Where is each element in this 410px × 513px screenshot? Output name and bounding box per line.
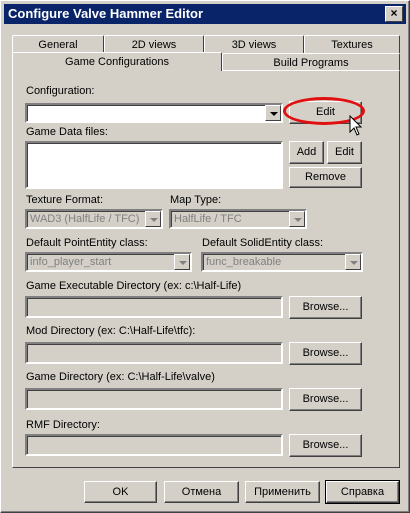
- mod-dir-label: Mod Directory (ex: C:\Half-Life\tfc):: [26, 325, 196, 337]
- close-button[interactable]: ×: [385, 6, 403, 22]
- texture-format-combo[interactable]: WAD3 (HalfLife / TFC): [25, 209, 163, 229]
- chevron-down-icon[interactable]: [145, 211, 161, 227]
- chevron-down-icon[interactable]: [174, 254, 190, 270]
- mod-dir-browse-button[interactable]: Browse...: [289, 342, 362, 365]
- tab-build-programs[interactable]: Build Programs: [222, 53, 400, 71]
- ok-button[interactable]: OK: [84, 481, 157, 503]
- map-type-value: HalfLife / TFC: [174, 213, 242, 225]
- help-button[interactable]: Справка: [325, 480, 400, 504]
- point-entity-label: Default PointEntity class:: [26, 237, 148, 249]
- tab-game-configurations[interactable]: Game Configurations: [12, 52, 222, 71]
- solid-entity-combo[interactable]: func_breakable: [201, 252, 363, 272]
- game-dir-field[interactable]: [25, 388, 283, 410]
- add-button[interactable]: Add: [289, 141, 324, 164]
- texture-format-label: Texture Format:: [26, 194, 104, 206]
- chevron-down-icon[interactable]: [345, 254, 361, 270]
- tab-3d-views[interactable]: 3D views: [204, 35, 304, 53]
- rmf-dir-label: RMF Directory:: [26, 419, 100, 431]
- game-dir-browse-button[interactable]: Browse...: [289, 388, 362, 411]
- point-entity-value: info_player_start: [30, 256, 112, 268]
- mouse-cursor-icon: [349, 115, 363, 136]
- game-data-edit-button[interactable]: Edit: [327, 141, 362, 164]
- title-bar: Configure Valve Hammer Editor ×: [4, 4, 406, 24]
- game-exe-browse-button[interactable]: Browse...: [289, 296, 362, 319]
- game-exe-dir-field[interactable]: [25, 296, 283, 318]
- game-data-list[interactable]: [25, 141, 283, 189]
- cancel-button[interactable]: Отмена: [164, 481, 239, 503]
- game-data-label: Game Data files:: [26, 126, 108, 138]
- configuration-combo[interactable]: [25, 103, 283, 123]
- game-dir-label: Game Directory (ex: C:\Half-Life\valve): [26, 371, 215, 383]
- solid-entity-value: func_breakable: [206, 256, 282, 268]
- mod-dir-field[interactable]: [25, 342, 283, 364]
- window-title: Configure Valve Hammer Editor: [8, 6, 204, 21]
- chevron-down-icon[interactable]: [289, 211, 305, 227]
- solid-entity-label: Default SolidEntity class:: [202, 237, 324, 249]
- chevron-down-icon[interactable]: [265, 105, 281, 121]
- rmf-dir-browse-button[interactable]: Browse...: [289, 434, 362, 457]
- tab-textures[interactable]: Textures: [304, 35, 400, 53]
- texture-format-value: WAD3 (HalfLife / TFC): [30, 213, 140, 225]
- rmf-dir-field[interactable]: [25, 434, 283, 456]
- tab-2d-views[interactable]: 2D views: [104, 35, 204, 53]
- tab-general[interactable]: General: [12, 35, 104, 53]
- map-type-label: Map Type:: [170, 194, 222, 206]
- configuration-label: Configuration:: [26, 85, 95, 97]
- point-entity-combo[interactable]: info_player_start: [25, 252, 192, 272]
- map-type-combo[interactable]: HalfLife / TFC: [169, 209, 307, 229]
- apply-button[interactable]: Применить: [245, 481, 320, 503]
- remove-button[interactable]: Remove: [289, 167, 362, 188]
- game-exe-dir-label: Game Executable Directory (ex: c:\Half-L…: [26, 280, 242, 292]
